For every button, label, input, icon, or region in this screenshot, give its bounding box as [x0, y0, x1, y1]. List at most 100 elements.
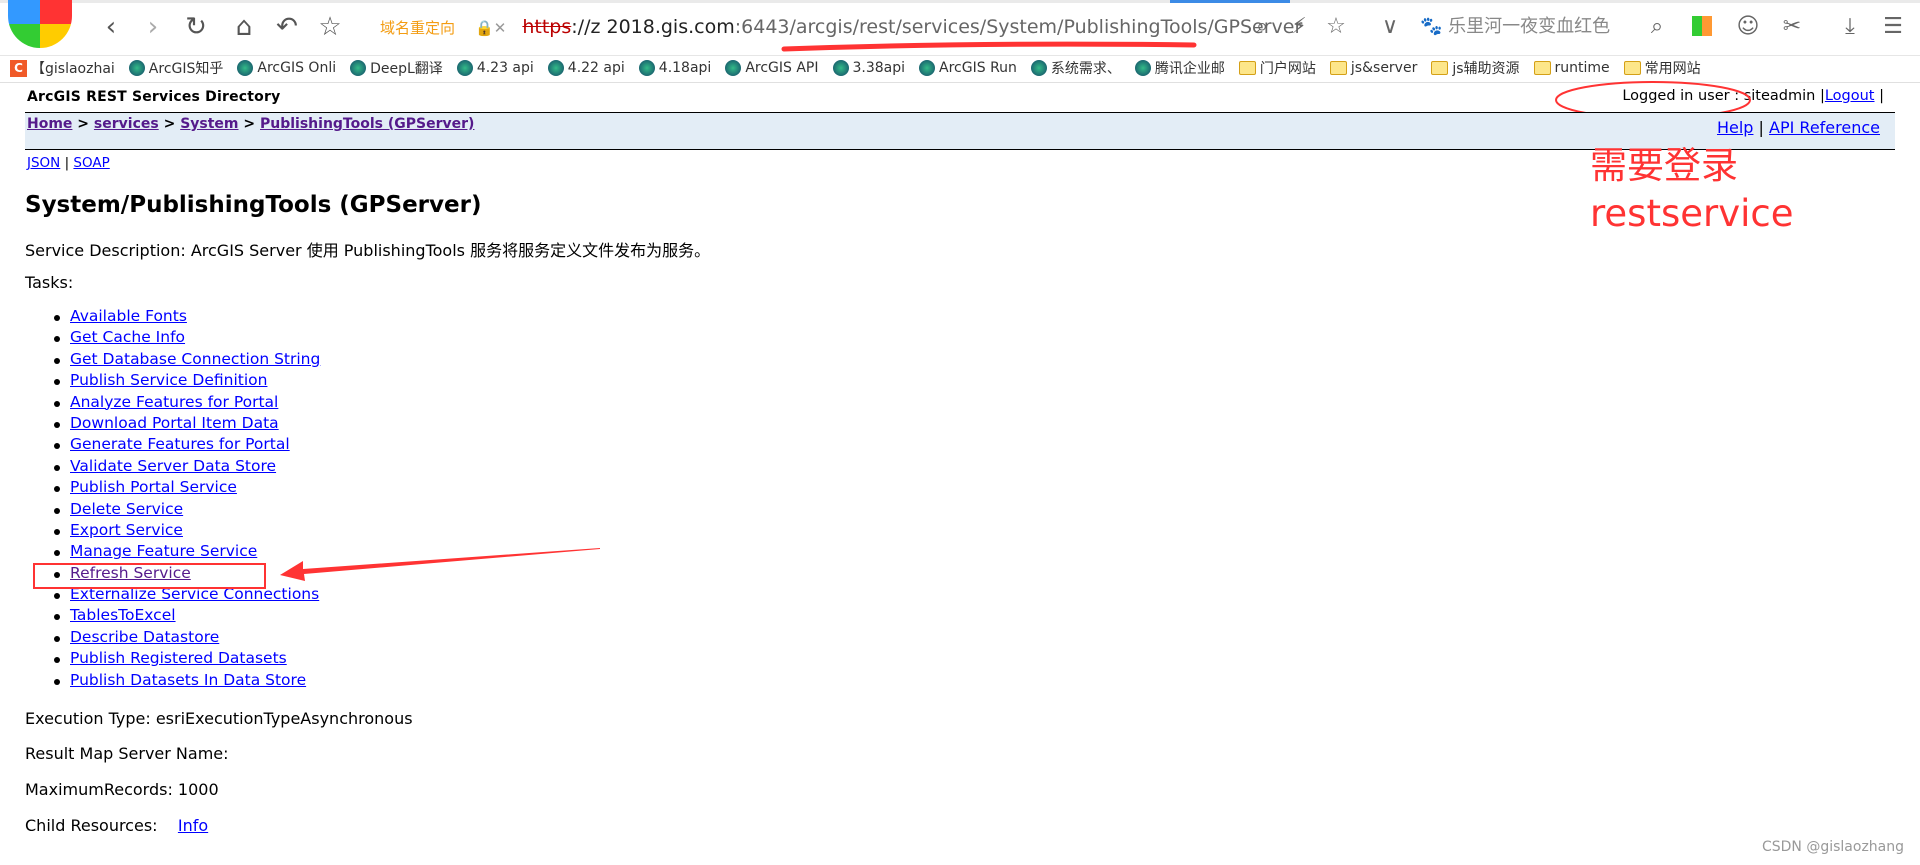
bookmark-label: ArcGIS知乎 — [148, 61, 224, 77]
directory-title: ArcGIS REST Services Directory — [27, 89, 281, 105]
favorite-star-icon[interactable]: ☆ — [313, 10, 347, 44]
info-link[interactable]: Info — [178, 816, 208, 835]
search-input[interactable]: 🐾 乐里河一夜变血红色 — [1420, 10, 1610, 44]
bookmark-star-icon[interactable]: ☆ — [1321, 10, 1351, 44]
forward-icon[interactable]: › — [136, 10, 170, 44]
bookmark-item[interactable]: js&server — [1329, 60, 1417, 76]
bookmark-label: ArcGIS API — [745, 60, 819, 76]
extension-icon[interactable]: ☺ — [1733, 10, 1763, 44]
folder-icon — [1623, 61, 1641, 75]
deepl-icon — [350, 60, 367, 76]
bookmark-item[interactable]: ArcGIS Run — [919, 60, 1017, 76]
breadcrumb-system[interactable]: System — [180, 116, 238, 132]
task-link[interactable]: Manage Feature Service — [70, 542, 257, 560]
reload-icon[interactable]: ↻ — [179, 10, 213, 44]
back-icon[interactable]: ‹ — [94, 10, 128, 44]
execution-type-label: Execution Type: — [25, 709, 151, 728]
bookmark-item[interactable]: 腾讯企业邮 — [1134, 58, 1225, 78]
task-link[interactable]: Publish Portal Service — [70, 478, 237, 496]
bookmark-label: 系统需求、 — [1050, 61, 1121, 77]
globe-icon — [725, 60, 742, 76]
bookmark-label: 常用网站 — [1644, 61, 1701, 77]
bookmark-label: 【gislaozhai — [31, 61, 115, 77]
task-item: Publish Service Definition — [40, 370, 320, 391]
execution-type: Execution Type: esriExecutionTypeAsynchr… — [25, 709, 413, 728]
logout-link[interactable]: Logout — [1825, 88, 1875, 104]
task-item: Get Database Connection String — [40, 349, 320, 370]
breadcrumb-home[interactable]: Home — [27, 116, 72, 132]
menu-icon[interactable]: ☰ — [1878, 10, 1908, 44]
url-host: ://z 2018.gis.com — [571, 16, 735, 38]
bookmark-item[interactable]: 门户网站 — [1238, 58, 1316, 78]
task-link[interactable]: Generate Features for Portal — [70, 435, 290, 453]
undo-icon[interactable]: ↶ — [270, 10, 304, 44]
help-links: Help | API Reference — [1716, 118, 1880, 137]
task-link[interactable]: Download Portal Item Data — [70, 414, 279, 432]
task-item: Publish Registered Datasets — [40, 648, 320, 669]
home-icon[interactable]: ⌂ — [227, 10, 261, 44]
globe-icon — [832, 60, 849, 76]
bookmark-item[interactable]: ArcGIS知乎 — [128, 58, 224, 78]
task-link[interactable]: Validate Server Data Store — [70, 457, 276, 475]
task-link[interactable]: TablesToExcel — [70, 606, 176, 624]
task-link[interactable]: Analyze Features for Portal — [70, 393, 278, 411]
breadcrumb-services[interactable]: services — [94, 116, 159, 132]
globe-icon — [1030, 60, 1047, 76]
active-tab-indicator[interactable] — [1170, 0, 1290, 3]
bookmark-item[interactable]: ArcGIS API — [725, 60, 819, 76]
task-link[interactable]: Available Fonts — [70, 307, 187, 325]
task-link[interactable]: Get Database Connection String — [70, 350, 320, 368]
bookmark-label: ArcGIS Onli — [257, 60, 337, 76]
bookmark-item[interactable]: 4.22 api — [547, 60, 625, 76]
folder-icon — [1329, 61, 1347, 75]
bookmark-item[interactable]: runtime — [1533, 60, 1610, 76]
api-reference-link[interactable]: API Reference — [1769, 118, 1880, 137]
task-link[interactable]: Publish Registered Datasets — [70, 649, 287, 667]
task-link[interactable]: Publish Service Definition — [70, 371, 267, 389]
max-records-value: 1000 — [172, 780, 219, 799]
task-link[interactable]: Describe Datastore — [70, 628, 219, 646]
bookmark-item[interactable]: 系统需求、 — [1030, 58, 1121, 78]
bookmark-item[interactable]: C 【gislaozhai — [10, 58, 115, 78]
breadcrumb-publishingtools[interactable]: PublishingTools (GPServer) — [260, 116, 474, 132]
scissors-icon[interactable]: ✂ — [1777, 10, 1807, 44]
watermark: CSDN @gislaozhang — [1761, 839, 1904, 855]
bookmark-item[interactable]: 4.23 api — [456, 60, 534, 76]
folder-icon — [1238, 61, 1256, 75]
task-item: Publish Datasets In Data Store — [40, 670, 320, 691]
execution-type-value: esriExecutionTypeAsynchronous — [150, 709, 413, 728]
search-icon[interactable]: ⌕ — [1642, 10, 1672, 44]
soap-link[interactable]: SOAP — [73, 155, 109, 171]
bookmark-label: 4.22 api — [567, 60, 625, 76]
csdn-icon: C — [10, 59, 27, 77]
task-item: Get Cache Info — [40, 327, 320, 348]
help-link[interactable]: Help — [1717, 118, 1753, 137]
url-scheme: https — [522, 16, 572, 38]
task-item: TablesToExcel — [40, 605, 320, 626]
service-description: Service Description: ArcGIS Server 使用 Pu… — [25, 237, 710, 261]
bookmark-item[interactable]: ArcGIS Onli — [237, 60, 336, 76]
zoom-icon[interactable]: ⌕ — [1247, 10, 1277, 44]
bookmark-item[interactable]: js辅助资源 — [1431, 58, 1520, 78]
globe-icon — [128, 60, 145, 76]
annotation-line-1: 需要登录 — [1590, 144, 1738, 187]
download-icon[interactable]: ⤓ — [1835, 10, 1865, 44]
apps-icon[interactable] — [1692, 16, 1712, 36]
globe-icon — [919, 60, 936, 76]
flash-icon[interactable]: ⚡ — [1284, 10, 1314, 44]
bookmark-label: 腾讯企业邮 — [1154, 61, 1225, 77]
task-link[interactable]: Export Service — [70, 521, 183, 539]
json-link[interactable]: JSON — [27, 155, 60, 171]
bookmark-item[interactable]: DeepL翻译 — [350, 58, 443, 78]
baidu-icon: 🐾 — [1420, 16, 1443, 37]
dropdown-chevron-icon[interactable]: ∨ — [1375, 10, 1405, 44]
bookmark-label: 4.18api — [658, 60, 712, 76]
task-link[interactable]: Delete Service — [70, 500, 183, 518]
url-path: :6443/arcgis/rest/services/System/Publis… — [734, 16, 1303, 38]
bookmark-item[interactable]: 常用网站 — [1623, 58, 1701, 78]
bookmark-item[interactable]: 4.18api — [638, 60, 712, 76]
task-link[interactable]: Publish Datasets In Data Store — [70, 671, 306, 689]
bookmark-item[interactable]: 3.38api — [832, 60, 905, 76]
task-link[interactable]: Get Cache Info — [70, 328, 185, 346]
child-resources: Child Resources: Info — [25, 816, 208, 835]
